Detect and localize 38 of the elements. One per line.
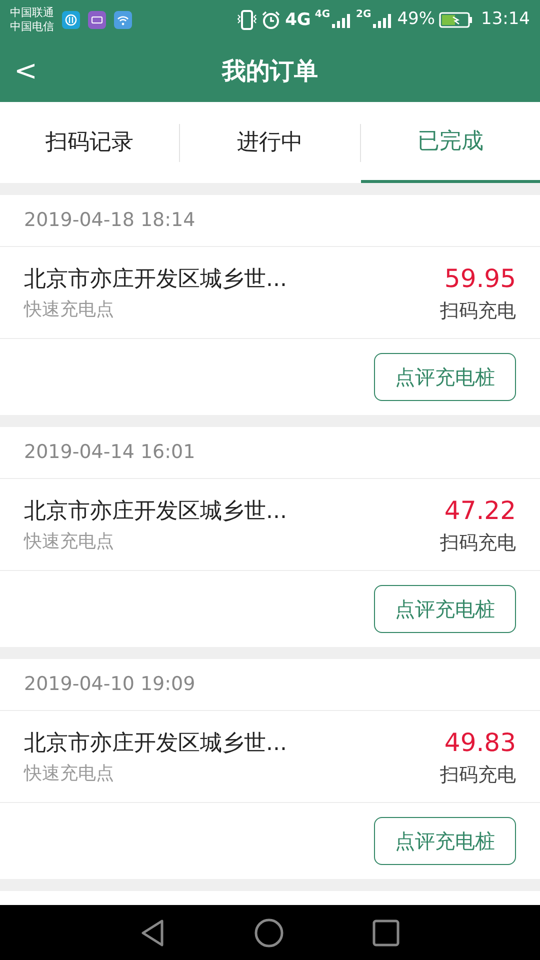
carrier-name: 中国电信 — [10, 20, 54, 34]
home-nav-icon — [254, 918, 284, 948]
review-button[interactable]: 点评充电桩 — [374, 585, 516, 633]
tab[interactable]: 扫码记录 — [0, 102, 180, 183]
keyboard-icon — [88, 11, 106, 29]
station-name: 北京市亦庄开发区城乡世... — [24, 498, 287, 526]
tab[interactable]: 进行中 — [180, 102, 360, 183]
charge-method: 扫码充电 — [440, 531, 516, 556]
clock-time: 13:14 — [481, 8, 530, 32]
order-amount: 47.22 — [444, 494, 516, 526]
order-time: 2019-04-10 19:09 — [24, 672, 196, 698]
review-button[interactable]: 点评充电桩 — [374, 817, 516, 865]
order-time: 2019-04-14 16:01 — [24, 440, 196, 466]
back-nav-icon — [140, 918, 166, 948]
station-name: 北京市亦庄开发区城乡世... — [24, 266, 287, 294]
page-title: 我的订单 — [222, 56, 318, 87]
vibrate-icon — [237, 9, 258, 31]
station-type: 快速充电点 — [24, 298, 115, 322]
network-label: 2G — [356, 10, 372, 20]
charge-method: 扫码充电 — [440, 763, 516, 788]
order-amount: 59.95 — [444, 262, 516, 294]
tab[interactable]: 已完成 — [360, 102, 540, 183]
station-type: 快速充电点 — [24, 762, 115, 786]
recents-nav-icon — [372, 918, 400, 946]
wifi-icon — [114, 11, 132, 29]
station-name: 北京市亦庄开发区城乡世... — [24, 730, 287, 758]
station-type: 快速充电点 — [24, 530, 115, 554]
order-amount: 49.83 — [444, 726, 516, 758]
battery-percent: 49% — [397, 8, 435, 32]
battery-icon — [439, 11, 473, 29]
review-button[interactable]: 点评充电桩 — [374, 353, 516, 401]
charge-method: 扫码充电 — [440, 299, 516, 324]
network-label: 4G — [285, 11, 311, 29]
back-button[interactable]: < — [10, 57, 42, 85]
network-label: 4G — [314, 10, 330, 20]
carrier-name: 中国联通 — [10, 6, 54, 20]
alarm-icon — [261, 10, 282, 30]
order-time: 2019-04-18 18:14 — [24, 208, 196, 234]
